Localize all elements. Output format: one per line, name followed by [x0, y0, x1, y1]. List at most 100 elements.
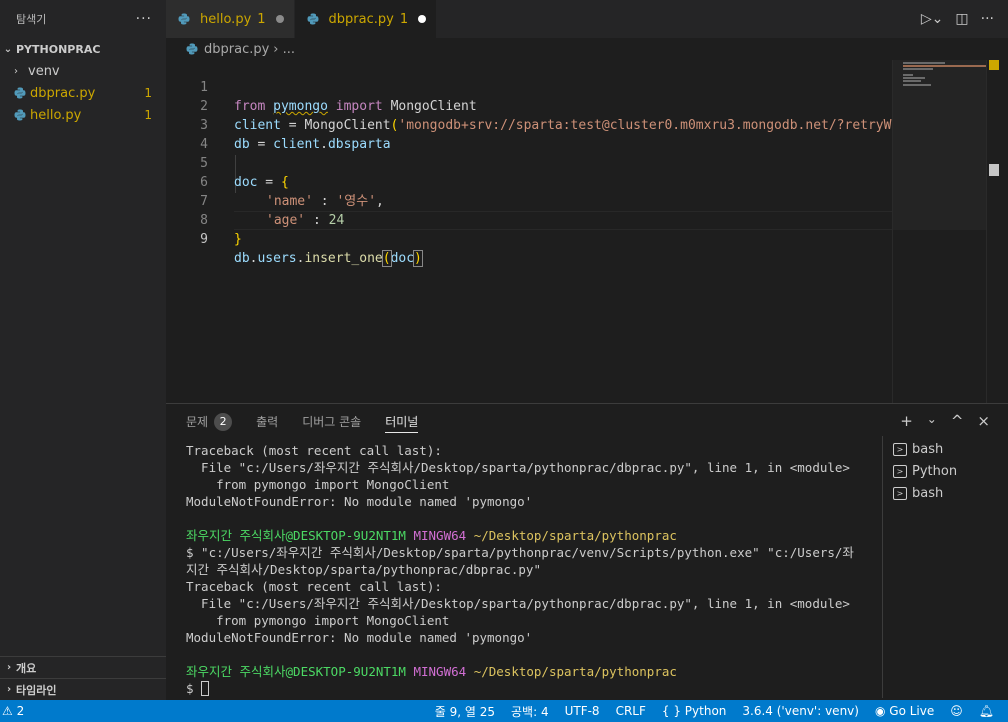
terminal-list-item[interactable]: > bash — [883, 438, 1008, 460]
notifications-bell-icon[interactable]: 🔔︎ — [979, 704, 994, 718]
token: doc — [390, 251, 415, 266]
python-interpreter[interactable]: 3.6.4 ('venv': venv) — [742, 704, 859, 718]
encoding[interactable]: UTF-8 — [565, 704, 600, 718]
tab-label: 디버그 콘솔 — [302, 415, 362, 429]
indentation[interactable]: 공백: 4 — [511, 703, 549, 720]
token: 'age' — [266, 213, 306, 228]
code-editor[interactable]: 1 from pymongo import MongoClient 2 clie… — [166, 60, 1008, 403]
terminal-list-item[interactable]: > Python — [883, 460, 1008, 482]
unsaved-dot-icon[interactable] — [275, 15, 284, 23]
language-label: Python — [684, 704, 727, 718]
more-actions-icon[interactable]: ··· — [136, 11, 152, 27]
token: 24 — [328, 213, 345, 228]
split-editor-icon[interactable]: ◫ — [955, 11, 968, 27]
timeline-pane[interactable]: › 타임라인 — [0, 678, 166, 700]
feedback-icon[interactable]: ☺ — [950, 704, 963, 718]
minimap-line — [903, 74, 913, 76]
tree-item-venv[interactable]: › venv — [0, 60, 166, 82]
prompt-env: MINGW64 — [405, 664, 467, 679]
code-line: 3 db = client.dbsparta — [166, 97, 390, 152]
terminal-prompt-line: 좌우지간 주식회사@DESKTOP-9U2NT1M MINGW64 ~/Desk… — [186, 663, 876, 680]
sidebar-header: 탐색기 ··· — [0, 0, 166, 38]
terminal-line: Traceback (most recent call last): — [186, 443, 442, 458]
pane-label: 타임라인 — [16, 683, 57, 697]
tab-output[interactable]: 출력 — [256, 404, 278, 439]
tab-dbprac-py[interactable]: dbprac.py 1 — [294, 0, 438, 38]
terminal-prompt-line: 좌우지간 주식회사@DESKTOP-9U2NT1M MINGW64 ~/Desk… — [186, 527, 876, 544]
warning-marker — [989, 60, 999, 70]
problem-count: 1 — [144, 86, 152, 100]
chevron-right-icon: › — [6, 684, 12, 695]
tab-label: hello.py — [200, 11, 252, 27]
breadcrumb-file[interactable]: dbprac.py — [204, 42, 269, 57]
token: insert_one — [304, 251, 383, 266]
python-file-icon — [178, 13, 190, 25]
tab-problem-count: 1 — [257, 11, 266, 27]
breadcrumb: dbprac.py › ... — [166, 38, 1008, 60]
terminal-line: ModuleNotFoundError: No module named 'py… — [186, 494, 533, 509]
chevron-down-icon[interactable]: ⌄ — [927, 412, 937, 430]
minimap-line — [903, 77, 925, 79]
tab-hello-py[interactable]: hello.py 1 — [166, 0, 295, 38]
sidebar-title: 탐색기 — [16, 13, 47, 26]
new-terminal-icon[interactable]: + — [900, 412, 913, 430]
braces-icon: { } — [661, 704, 681, 718]
tree-item-dbprac[interactable]: dbprac.py 1 — [0, 82, 166, 104]
terminal-line: $ "c:/Users/좌우지간 주식회사/Desktop/sparta/pyt… — [186, 545, 854, 560]
token: 'mongodb+srv://sparta:test@cluster0.m0mx… — [398, 118, 908, 133]
code-line: 2 client = MongoClient('mongodb+srv://sp… — [166, 78, 907, 133]
terminal-name: bash — [912, 441, 944, 457]
breadcrumb-separator[interactable]: › ... — [273, 42, 295, 57]
folder-label: PYTHONPRAC — [16, 42, 101, 56]
code-line: 6 'name' : '영수', — [166, 154, 384, 209]
tab-label: 출력 — [256, 415, 279, 429]
run-icon[interactable]: ▷⌄ — [921, 11, 944, 27]
unsaved-dot-icon[interactable] — [418, 15, 427, 23]
token: client — [234, 118, 281, 133]
terminal-line: File "c:/Users/좌우지간 주식회사/Desktop/sparta/… — [186, 460, 850, 475]
prompt-user: 좌우지간 주식회사 — [186, 528, 286, 543]
terminal-output[interactable]: Traceback (most recent call last): File … — [186, 442, 876, 700]
tab-label: dbprac.py — [328, 11, 394, 27]
editor-scrollbar[interactable] — [986, 60, 1000, 403]
tree-item-label: dbprac.py — [30, 85, 96, 101]
tab-debug-console[interactable]: 디버그 콘솔 — [302, 404, 361, 439]
close-icon[interactable]: × — [977, 412, 990, 430]
go-live-button[interactable]: ◉ Go Live — [875, 704, 934, 718]
prompt-host: @DESKTOP-9U2NT1M — [285, 528, 406, 543]
token: 'name' — [266, 194, 313, 209]
problems-status[interactable]: ⚠ 2 — [2, 704, 24, 718]
minimap[interactable] — [892, 60, 987, 403]
token: from — [234, 99, 266, 114]
python-file-icon — [186, 43, 198, 55]
folder-pythonprac[interactable]: ⌄ PYTHONPRAC — [0, 38, 166, 60]
problem-count: 1 — [144, 108, 152, 122]
minimap-line — [903, 84, 931, 86]
code-line: 4 — [166, 116, 208, 152]
prompt-path: ~/Desktop/sparta/pythonprac — [466, 664, 677, 679]
more-actions-icon[interactable]: ··· — [981, 11, 994, 27]
sidebar-bottom-panes: › 개요 › 타임라인 — [0, 656, 166, 700]
language-mode[interactable]: { } Python — [662, 704, 727, 718]
tab-terminal[interactable]: 터미널 — [385, 404, 419, 439]
token: , — [376, 194, 384, 209]
outline-pane[interactable]: › 개요 — [0, 656, 166, 678]
end-of-line[interactable]: CRLF — [616, 704, 646, 718]
terminal-line: Traceback (most recent call last): — [186, 579, 442, 594]
tab-problems[interactable]: 문제 2 — [186, 404, 233, 439]
token: } — [234, 232, 242, 247]
token: MongoClient — [390, 99, 477, 114]
tree-item-hello[interactable]: hello.py 1 — [0, 104, 166, 126]
prompt-symbol: $ — [186, 681, 202, 696]
broadcast-icon: ◉ — [874, 704, 886, 718]
terminal-list-item[interactable]: > bash — [883, 482, 1008, 504]
bottom-panel: 문제 2 출력 디버그 콘솔 터미널 + ⌄ ^ × Traceback (mo… — [166, 403, 1008, 700]
prompt-host: @DESKTOP-9U2NT1M — [285, 664, 406, 679]
terminal-line: 지간 주식회사/Desktop/sparta/pythonprac/dbprac… — [186, 562, 541, 577]
terminal-input-line[interactable]: $ — [186, 680, 876, 697]
cursor-position[interactable]: 줄 9, 열 25 — [435, 703, 495, 720]
maximize-panel-icon[interactable]: ^ — [951, 412, 964, 430]
code-line: 8 } — [166, 192, 242, 247]
minimap-line — [903, 65, 987, 67]
